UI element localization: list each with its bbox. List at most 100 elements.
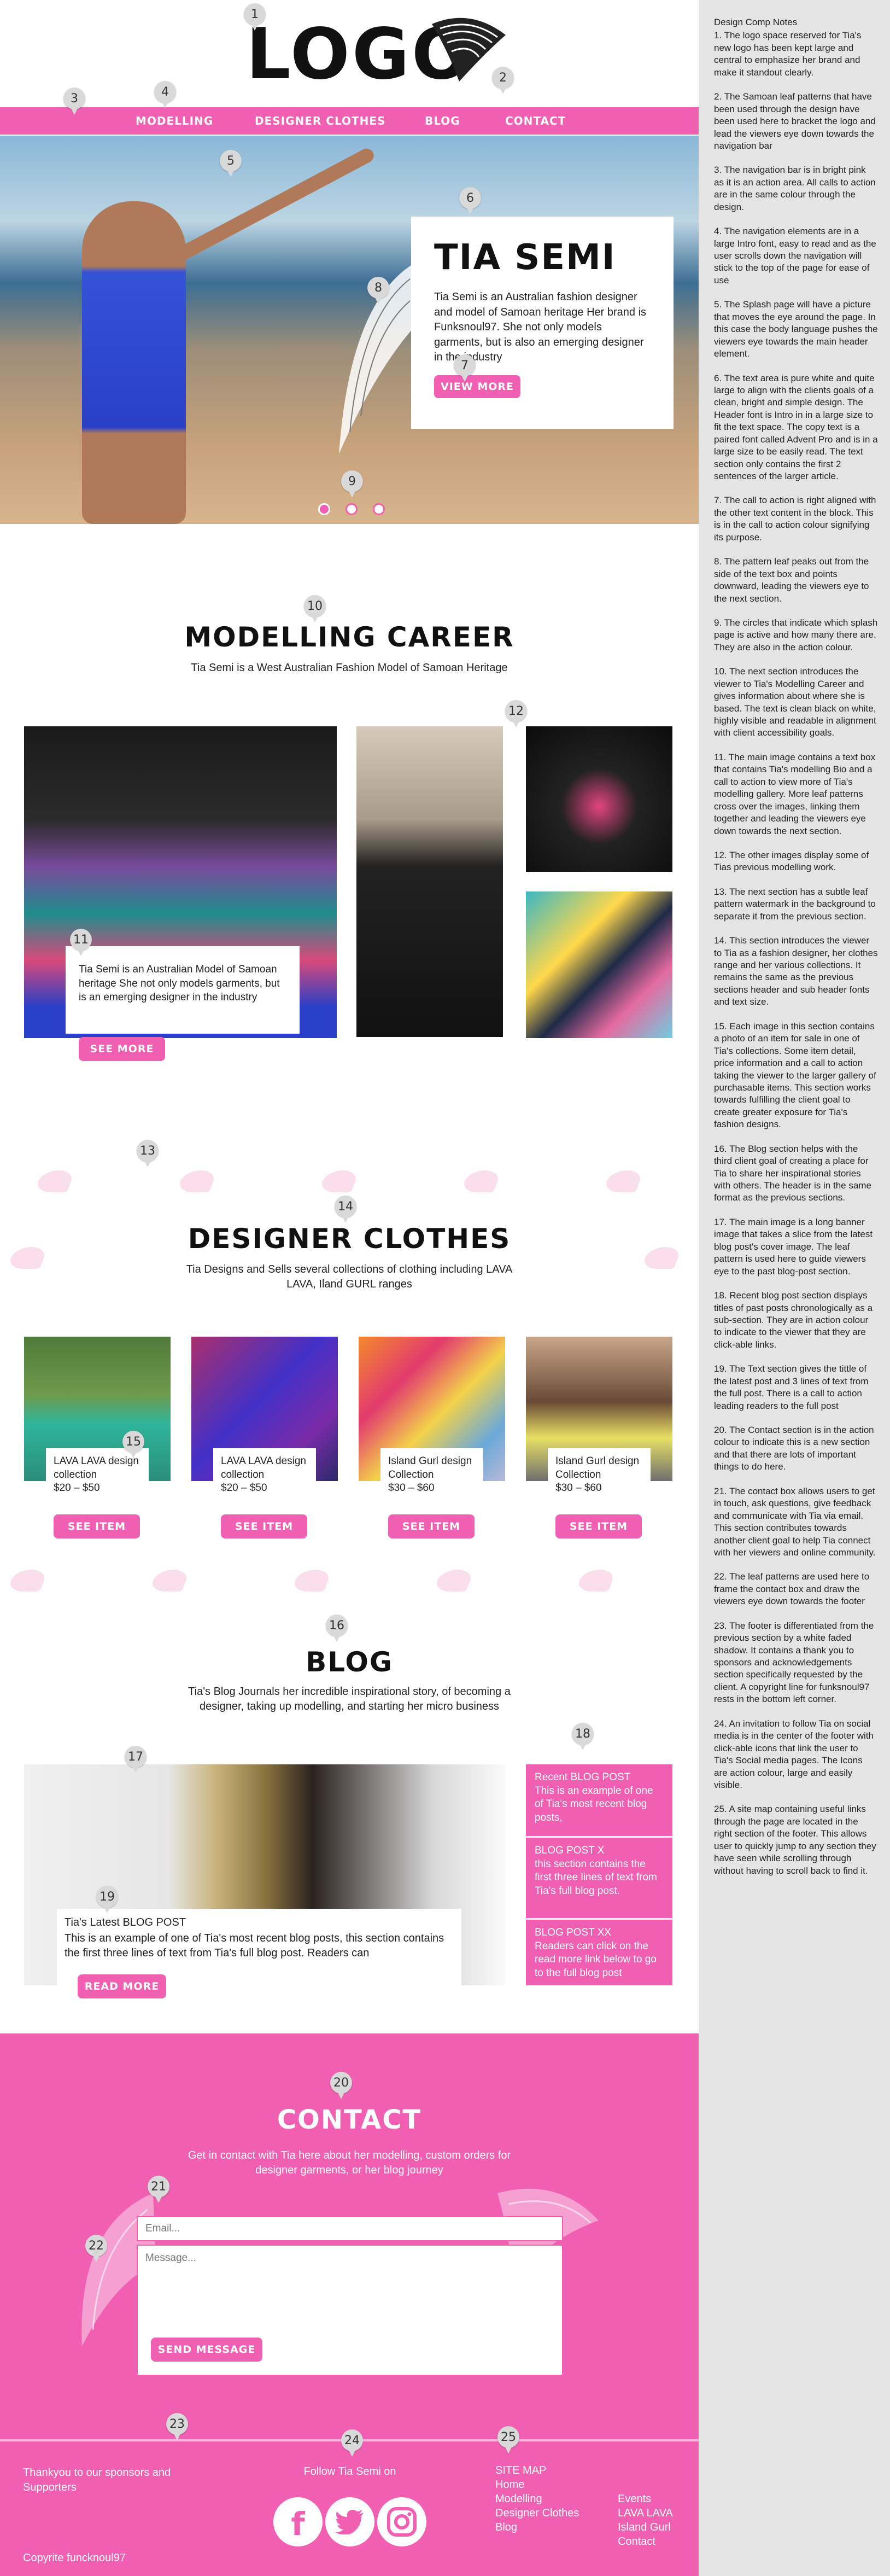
send-message-button[interactable]: SEND MESSAGE: [151, 2338, 262, 2362]
modelling-bio-card: Tia Semi is an Australian Model of Samoa…: [66, 946, 300, 1034]
nav-item-designer-clothes[interactable]: DESIGNER CLOTHES: [255, 114, 385, 127]
post-title: Recent BLOG POST: [535, 1771, 631, 1783]
slide-dot-active[interactable]: [318, 503, 330, 515]
design-note: 7. The call to action is right aligned w…: [714, 495, 876, 543]
design-note: 16. The Blog section helps with the thir…: [714, 1143, 871, 1203]
read-more-button[interactable]: READ MORE: [78, 1974, 166, 1998]
product-price: $20 – $50: [221, 1482, 267, 1494]
design-note: 6. The text area is pure white and quite…: [714, 372, 878, 482]
modelling-image-black-dress[interactable]: [356, 726, 503, 1037]
annotation-pin-16: 16: [326, 1615, 348, 1642]
product-card: Island Gurl design Collection $30 – $60: [380, 1448, 483, 1507]
annotation-pin-8: 8: [367, 277, 389, 304]
product-price: $20 – $50: [54, 1482, 100, 1494]
recent-post-link[interactable]: BLOG POST XX Readers can click on the re…: [526, 1920, 672, 1985]
annotation-pin-18: 18: [572, 1723, 594, 1750]
annotation-pin-24: 24: [341, 2429, 363, 2457]
product-name: Island Gurl design Collection: [388, 1455, 472, 1481]
nav-item-contact[interactable]: CONTACT: [505, 114, 566, 127]
nav-item-blog[interactable]: BLOG: [425, 114, 460, 127]
nav-label: DESIGNER CLOTHES: [255, 114, 386, 127]
design-note: 8. The pattern leaf peaks out from the s…: [714, 556, 869, 604]
recent-post-link[interactable]: Recent BLOG POST This is an example of o…: [526, 1764, 672, 1838]
design-note: 12. The other images display some of Tia…: [714, 849, 869, 873]
see-item-button[interactable]: SEE ITEM: [54, 1514, 140, 1538]
see-item-button[interactable]: SEE ITEM: [221, 1514, 307, 1538]
leaf-watermark: [318, 1170, 360, 1192]
modelling-image-mural[interactable]: [526, 891, 672, 1038]
annotation-pin-4: 4: [154, 81, 176, 108]
instagram-icon[interactable]: [377, 2497, 426, 2546]
blog-subtitle: Tia's Blog Journals her incredible inspi…: [188, 1686, 511, 1712]
annotation-pin-6: 6: [459, 187, 481, 214]
sitemap: SITE MAP Home Modelling Designer Clothes…: [495, 2463, 681, 2549]
contact-subtitle: Get in contact with Tia here about her m…: [188, 2149, 511, 2176]
social-icons: f: [273, 2497, 426, 2546]
design-note: 5. The Splash page will have a picture t…: [714, 299, 878, 359]
notes-title: Design Comp Notes: [714, 17, 798, 27]
leaf-watermark: [433, 1570, 475, 1592]
product-name: LAVA LAVA design collection: [54, 1455, 139, 1481]
design-note: 19. The Text section gives the tittle of…: [714, 1363, 869, 1411]
annotation-pin-1: 1: [244, 3, 266, 31]
see-item-button[interactable]: SEE ITEM: [555, 1514, 642, 1538]
leaf-watermark: [575, 1570, 617, 1592]
design-comp-notes-panel: Design Comp Notes 1. The logo space rese…: [699, 0, 890, 2576]
annotation-pin-23: 23: [166, 2413, 188, 2440]
product-card: Island Gurl design Collection $30 – $60: [548, 1448, 651, 1507]
product-price: $30 – $60: [555, 1482, 602, 1494]
sitemap-link-lava-lava[interactable]: LAVA LAVA: [618, 2506, 673, 2520]
design-note: 11. The main image contains a text box t…: [714, 751, 876, 836]
design-note: 20. The Contact section is in the action…: [714, 1425, 874, 1472]
design-note: 13. The next section has a subtle leaf p…: [714, 886, 876, 922]
product-card: LAVA LAVA design collection $20 – $50: [213, 1448, 316, 1507]
sitemap-link-designer-clothes[interactable]: Designer Clothes: [495, 2506, 618, 2520]
annotation-pin-5: 5: [220, 150, 242, 177]
twitter-icon[interactable]: [325, 2497, 374, 2546]
nav-label: CONTACT: [505, 114, 566, 127]
hero-title: TIA SEMI: [434, 237, 616, 278]
latest-blog-title: Tia's Latest BLOG POST: [65, 1916, 186, 1928]
post-title: BLOG POST XX: [535, 1927, 612, 1938]
see-item-button[interactable]: SEE ITEM: [388, 1514, 475, 1538]
nav-item-modelling[interactable]: MODELLING: [136, 114, 213, 127]
leaf-watermark: [34, 1170, 75, 1192]
sitemap-link-modelling[interactable]: Modelling: [495, 2492, 618, 2506]
product-name: LAVA LAVA design collection: [221, 1455, 306, 1481]
annotation-pin-9: 9: [341, 470, 363, 498]
nav-label: MODELLING: [136, 114, 214, 127]
slide-dot[interactable]: [373, 503, 385, 515]
view-more-button[interactable]: VIEW MORE: [434, 375, 520, 398]
latest-blog-excerpt: This is an example of one of Tia's most …: [65, 1932, 444, 1959]
sitemap-link-events[interactable]: Events: [618, 2492, 673, 2506]
design-note: 21. The contact box allows users to get …: [714, 1485, 876, 1558]
sitemap-link-home[interactable]: Home: [495, 2478, 618, 2492]
annotation-pin-21: 21: [148, 2176, 169, 2203]
design-note: 10. The next section introduces the view…: [714, 666, 876, 738]
latest-blog-card: Tia's Latest BLOG POST This is an exampl…: [57, 1909, 461, 1985]
leaf-watermark: [602, 1170, 644, 1192]
logo[interactable]: LOGO: [246, 10, 508, 92]
footer-follow-label: Follow Tia Semi on: [303, 2466, 396, 2478]
design-note: 25. A site map containing useful links t…: [714, 1804, 876, 1876]
post-excerpt: Readers can click on the read more link …: [535, 1940, 657, 1979]
recent-post-link[interactable]: BLOG POST X this section contains the fi…: [526, 1838, 672, 1920]
product-name: Island Gurl design Collection: [555, 1455, 640, 1481]
sitemap-link-blog[interactable]: Blog: [495, 2520, 618, 2534]
designer-clothes-title: DESIGNER CLOTHES: [188, 1223, 511, 1255]
design-note: 4. The navigation elements are in a larg…: [714, 226, 876, 285]
notes-list: 1. The logo space reserved for Tia's new…: [714, 30, 878, 1877]
annotation-pin-2: 2: [492, 67, 514, 94]
modelling-subtitle: Tia Semi is a West Australian Fashion Mo…: [191, 662, 508, 674]
email-field[interactable]: [137, 2216, 563, 2241]
sitemap-link-contact[interactable]: Contact: [618, 2534, 673, 2549]
slide-dot[interactable]: [346, 503, 358, 515]
modelling-image-pink-trousers[interactable]: [526, 726, 672, 872]
annotation-pin-15: 15: [122, 1431, 144, 1458]
design-note: 22. The leaf patterns are used here to f…: [714, 1571, 870, 1607]
see-more-button[interactable]: SEE MORE: [79, 1037, 165, 1061]
nav-label: BLOG: [425, 114, 460, 127]
facebook-icon[interactable]: f: [273, 2497, 323, 2546]
sitemap-link-island-gurl[interactable]: Island Gurl: [618, 2520, 673, 2534]
annotation-pin-20: 20: [330, 2072, 352, 2099]
